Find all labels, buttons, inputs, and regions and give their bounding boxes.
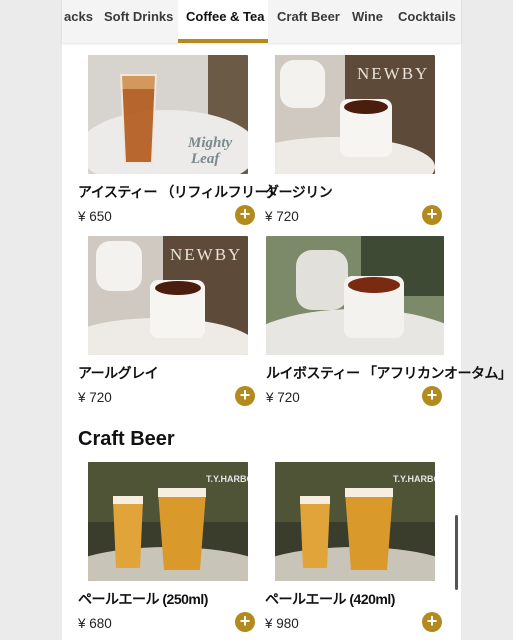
rooibos-photo (266, 236, 444, 355)
item-title: アイスティー （リフィルフリー） (78, 184, 282, 200)
item-price: ¥ 720 (265, 209, 299, 224)
add-to-cart-button[interactable]: + (235, 386, 255, 406)
tab-wine[interactable]: Wine (348, 0, 387, 43)
category-tab-bar: acks Soft Drinks Coffee & Tea Craft Beer… (62, 0, 461, 43)
darjeeling-photo: NEWBY (275, 55, 435, 174)
tab-craft-beer[interactable]: Craft Beer (273, 0, 344, 43)
add-to-cart-button[interactable]: + (422, 612, 442, 632)
svg-text:Mighty: Mighty (187, 135, 233, 151)
item-title: ペールエール (250ml) (78, 591, 208, 607)
svg-text:T.Y.HARBOR: T.Y.HARBOR (393, 474, 435, 484)
item-price: ¥ 720 (78, 390, 112, 405)
tab-soft-drinks[interactable]: Soft Drinks (100, 0, 177, 43)
svg-text:NEWBY: NEWBY (170, 245, 242, 264)
item-title: アールグレイ (78, 365, 159, 381)
item-price: ¥ 650 (78, 209, 112, 224)
item-title: ペールエール (420ml) (265, 591, 395, 607)
item-price: ¥ 980 (265, 616, 299, 631)
pale-ale-420-photo: T.Y.HARBOR (275, 462, 435, 581)
svg-text:NEWBY: NEWBY (357, 64, 429, 83)
item-price: ¥ 680 (78, 616, 112, 631)
svg-text:Leaf: Leaf (190, 151, 221, 167)
scrollbar[interactable] (455, 515, 458, 590)
tab-cocktails[interactable]: Cocktails (394, 0, 460, 43)
section-heading-craft-beer: Craft Beer (78, 428, 175, 450)
item-title: ルイボスティー 「アフリカンオータム」 (266, 365, 512, 381)
item-price: ¥ 720 (266, 390, 300, 405)
svg-text:T.Y.HARBOR: T.Y.HARBOR (206, 474, 248, 484)
right-gutter (461, 0, 513, 640)
add-to-cart-button[interactable]: + (235, 612, 255, 632)
earl-grey-photo: NEWBY (88, 236, 248, 355)
item-title: ダージリン (265, 184, 333, 200)
add-to-cart-button[interactable]: + (422, 205, 442, 225)
add-to-cart-button[interactable]: + (422, 386, 442, 406)
iced-tea-photo: Mighty Leaf (88, 55, 248, 174)
tab-coffee-tea[interactable]: Coffee & Tea (178, 0, 268, 43)
left-gutter (0, 0, 62, 640)
add-to-cart-button[interactable]: + (235, 205, 255, 225)
tab-snacks[interactable]: acks (62, 0, 97, 43)
pale-ale-250-photo: T.Y.HARBOR (88, 462, 248, 581)
